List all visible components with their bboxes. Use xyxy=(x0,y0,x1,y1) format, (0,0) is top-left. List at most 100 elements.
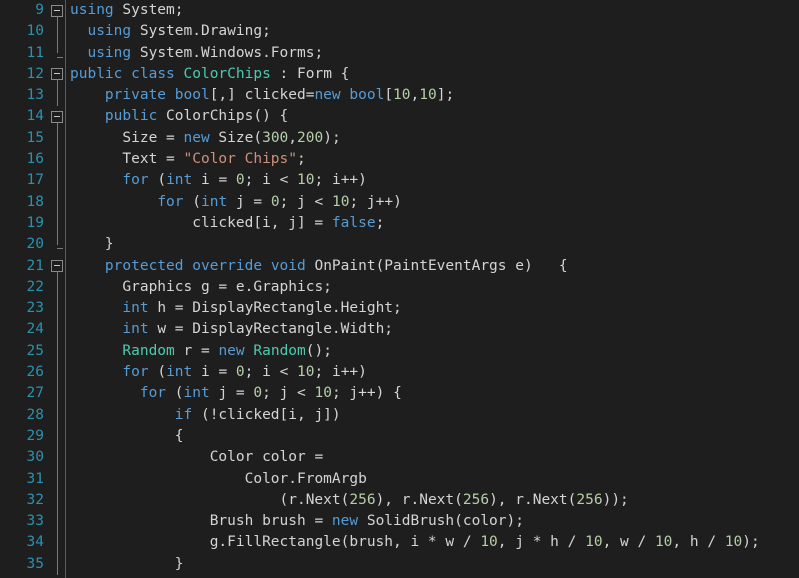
fold-collapse-icon[interactable] xyxy=(51,4,63,17)
line-number: 33 xyxy=(26,513,44,530)
code-line[interactable]: 22 Graphics g = e.Graphics; xyxy=(0,276,799,299)
fold-collapse-icon[interactable] xyxy=(51,110,63,123)
line-number: 12 xyxy=(26,65,44,82)
code-line[interactable]: 30 Color color = xyxy=(0,447,799,469)
code-token: g.FillRectangle(brush, i * w / xyxy=(209,534,481,551)
fold-guide-line xyxy=(57,340,58,363)
code-line[interactable]: 32 (r.Next(256), r.Next(256), r.Next(256… xyxy=(0,489,799,512)
fold-guide-line xyxy=(57,319,58,341)
fold-column xyxy=(50,553,66,576)
line-number: 29 xyxy=(26,427,44,444)
code-line[interactable]: 35 } xyxy=(0,553,799,576)
code-token: 0 xyxy=(270,193,280,210)
code-token: ; j++) { xyxy=(331,385,402,402)
fold-column xyxy=(50,319,66,341)
code-line-text: public class ColorChips : Form { xyxy=(70,64,349,85)
code-token: 10 xyxy=(331,193,350,210)
code-token: for xyxy=(122,172,149,189)
code-line[interactable]: 28 if (!clicked[i, j]) xyxy=(0,404,799,426)
code-line-text: clicked[i, j] = false; xyxy=(70,213,384,234)
code-line[interactable]: 16 Text = "Color Chips"; xyxy=(0,149,799,171)
code-line[interactable]: 34 g.FillRectangle(brush, i * w / 10, j … xyxy=(0,532,799,554)
code-token: )); xyxy=(602,491,629,508)
code-line[interactable]: 31 Color.FromArgb xyxy=(0,468,799,490)
fold-collapse-icon[interactable] xyxy=(51,260,63,273)
code-token: 300 xyxy=(262,129,289,146)
code-line[interactable]: 9 using System; xyxy=(0,0,799,22)
code-editor[interactable]: 9 using System; 10 using System.Drawing; 11… xyxy=(0,0,799,578)
code-token: j = xyxy=(209,385,254,402)
code-token: 256 xyxy=(349,491,376,508)
code-line[interactable]: 10 using System.Drawing; xyxy=(0,21,799,43)
code-line[interactable]: 33 Brush brush = new SolidBrush(color); xyxy=(0,511,799,533)
code-line[interactable]: 23 int h = DisplayRectangle.Height; xyxy=(0,298,799,320)
code-token: Random xyxy=(122,342,175,359)
code-line[interactable]: 21 protected override void OnPaint(Paint… xyxy=(0,256,799,277)
code-line[interactable]: 27 for (int j = 0; j < 10; j++) { xyxy=(0,383,799,405)
code-token: Color color = xyxy=(209,449,324,466)
code-line-text: Color.FromArgb xyxy=(70,469,367,490)
code-token: : Form { xyxy=(270,65,350,82)
fold-guide-line xyxy=(57,532,58,554)
code-token: Brush brush = xyxy=(209,513,332,530)
code-line-text: int w = DisplayRectangle.Width; xyxy=(70,319,393,340)
code-token: int xyxy=(200,193,228,210)
code-token: 10 xyxy=(419,87,437,104)
code-line-text: (r.Next(256), r.Next(256), r.Next(256)); xyxy=(70,490,629,511)
code-token: protected xyxy=(104,257,184,274)
code-line-text: private bool[,] clicked=new bool[10,10]; xyxy=(70,85,454,106)
code-token: ; i < xyxy=(244,364,298,381)
code-token: using xyxy=(87,44,132,61)
code-line[interactable]: 12 public class ColorChips : Form { xyxy=(0,64,799,86)
code-line[interactable]: 19 clicked[i, j] = false; xyxy=(0,212,799,235)
code-line[interactable]: 13 private bool[,] clicked=new bool[10,1… xyxy=(0,85,799,107)
code-line-text: using System.Drawing; xyxy=(70,21,271,42)
code-token: ColorChips xyxy=(183,65,271,82)
code-line[interactable]: 11 using System.Windows.Forms; xyxy=(0,42,799,64)
code-line-text: Brush brush = new SolidBrush(color); xyxy=(70,511,524,532)
fold-column xyxy=(50,362,66,384)
fold-column xyxy=(50,21,66,43)
code-token: Size = xyxy=(122,129,184,146)
code-token: bool xyxy=(174,87,210,104)
code-line[interactable]: 24 int w = DisplayRectangle.Width; xyxy=(0,319,799,341)
fold-guide-line xyxy=(57,362,58,384)
code-line[interactable]: 18 for (int j = 0; j < 10; j++) xyxy=(0,191,799,213)
code-token: [ xyxy=(384,87,394,104)
fold-column xyxy=(50,340,66,363)
line-number: 27 xyxy=(26,385,44,402)
code-line[interactable]: 26 for (int i = 0; i < 10; i++) xyxy=(0,362,799,384)
code-token: ), r.Next( xyxy=(489,491,577,508)
code-token: SolidBrush(color); xyxy=(358,513,524,530)
fold-column xyxy=(50,256,66,277)
code-line-text: Size = new Size(300,200); xyxy=(70,128,340,149)
code-line[interactable]: 25 Random r = new Random(); xyxy=(0,340,799,363)
code-line-text: using System; xyxy=(70,0,184,21)
fold-column xyxy=(50,191,66,213)
line-number: 30 xyxy=(26,449,44,466)
code-token: System.Drawing; xyxy=(131,23,271,40)
fold-column xyxy=(50,149,66,171)
code-token: j = xyxy=(227,193,271,210)
code-token: , h / xyxy=(672,534,725,551)
code-line[interactable]: 17 for (int i = 0; i < 10; i++) xyxy=(0,170,799,192)
code-token: using xyxy=(87,23,132,40)
code-line-text: Random r = new Random(); xyxy=(70,341,332,362)
code-token: new xyxy=(218,342,245,359)
code-line[interactable]: 14 public ColorChips() { xyxy=(0,106,799,128)
code-line[interactable]: 20 } xyxy=(0,234,799,255)
code-line[interactable]: 29 { xyxy=(0,425,799,448)
fold-collapse-icon[interactable] xyxy=(51,68,63,81)
code-line[interactable]: 15 Size = new Size(300,200); xyxy=(0,127,799,150)
code-token: 10 xyxy=(724,534,743,551)
code-token: 0 xyxy=(235,172,245,189)
